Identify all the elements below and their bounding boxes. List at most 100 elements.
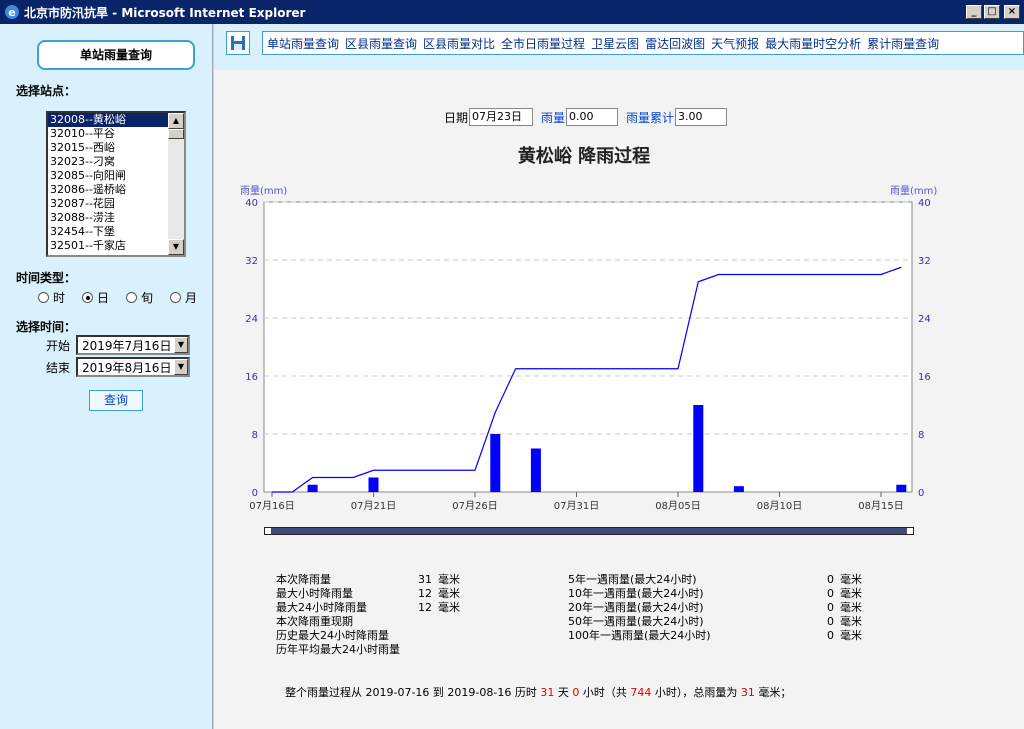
summary-prefix: 整个雨量过程从 2019-07-16 到 2019-08-16 历时	[285, 686, 541, 699]
end-label: 结束	[46, 360, 71, 375]
y-axis-label-right: 雨量(mm)	[890, 185, 937, 197]
rain-bar	[307, 484, 318, 492]
stat-label: 本次降雨重现期	[276, 615, 353, 628]
y-tick-label-right: 0	[918, 488, 924, 499]
time-type-label: 旬	[141, 291, 154, 305]
stat-unit: 毫米	[438, 587, 460, 600]
time-type-radio[interactable]: 时	[38, 289, 82, 306]
close-button[interactable]: ×	[1004, 5, 1020, 19]
save-icon[interactable]	[226, 31, 250, 55]
station-option[interactable]: 32087--花园	[48, 197, 168, 211]
stat-label: 历史最大24小时降雨量	[276, 629, 389, 642]
radio-icon[interactable]	[82, 292, 93, 303]
stat-label: 5年一遇雨量(最大24小时)	[568, 573, 697, 586]
station-listbox[interactable]: 32008--黄松峪 32010--平谷 32015--西峪 32023--刁窝 320…	[46, 111, 186, 257]
station-option[interactable]: 32008--黄松峪	[48, 113, 168, 127]
rainfall-chart: 0 08 816 1624 2432 3240 40雨量(mm) 雨量(mm)07月16日 07…	[240, 185, 937, 512]
stat-unit: 毫米	[840, 601, 862, 614]
y-tick-label-right: 24	[918, 314, 931, 325]
time-type-radio[interactable]: 月	[170, 289, 214, 306]
time-type-radios: 时日 旬 月	[38, 289, 214, 306]
station-option[interactable]: 32010--平谷	[48, 127, 168, 141]
nav-link[interactable]: 区县雨量对比	[423, 35, 495, 52]
nav-link[interactable]: 全市日雨量过程	[501, 35, 585, 52]
station-option[interactable]: 32015--西峪	[48, 141, 168, 155]
scroll-up-icon[interactable]: ▲	[168, 113, 184, 129]
radio-icon[interactable]	[170, 292, 181, 303]
chart-title: 黄松峪 降雨过程	[517, 146, 651, 167]
stat-label: 20年一遇雨量(最大24小时)	[568, 601, 704, 614]
stat-value: 31	[418, 573, 432, 586]
chevron-down-icon[interactable]: ▼	[174, 337, 188, 353]
nav-link[interactable]: 雷达回波图	[645, 35, 705, 52]
x-tick-label: 07月21日	[351, 500, 396, 512]
summary-hours-unit: 小时（共	[579, 686, 631, 699]
range-handle-start[interactable]	[265, 528, 271, 534]
cum-rain-field[interactable]: 3.00	[675, 108, 728, 126]
main-content: 单站雨量查询 区县雨量查询 区县雨量对比 全市日雨量过程 卫星云图 雷达回波图 天气预报 最大…	[214, 24, 1024, 729]
window-titlebar: e 北京市防汛抗旱 - Microsoft Internet Explorer …	[0, 0, 1024, 24]
ie-icon: e	[4, 4, 20, 20]
chart-params: 日期 07月23日 雨量 0.00 雨量累计 3.00	[444, 108, 735, 126]
stat-value: 12	[418, 587, 432, 600]
stat-label: 10年一遇雨量(最大24小时)	[568, 587, 704, 600]
time-type-radio[interactable]: 日	[82, 289, 126, 306]
station-option[interactable]: 32501--千家店	[48, 239, 168, 253]
date-range-slider[interactable]	[264, 527, 914, 535]
stat-row: 历年平均最大24小时雨量	[276, 643, 460, 657]
y-tick-label-left: 0	[252, 488, 258, 499]
chevron-down-icon[interactable]: ▼	[174, 359, 188, 375]
nav-link[interactable]: 单站雨量查询	[267, 35, 339, 52]
stat-row: 10年一遇雨量(最大24小时) 0 毫米	[568, 587, 862, 601]
x-tick-label: 08月05日	[655, 500, 700, 512]
stat-row: 本次降雨量 31 毫米	[276, 573, 460, 587]
svg-text:e: e	[8, 6, 15, 19]
range-handle-end[interactable]	[907, 528, 913, 534]
rain-bar	[733, 486, 744, 492]
station-option[interactable]: 32088--涝洼	[48, 211, 168, 225]
stat-value: 12	[418, 601, 432, 614]
stat-label: 最大小时降雨量	[276, 587, 353, 600]
stat-unit: 毫米	[840, 587, 862, 600]
start-date-select[interactable]: 2019年7月16日 ▼	[76, 335, 190, 355]
nav-link[interactable]: 区县雨量查询	[345, 35, 417, 52]
maximize-button[interactable]: □	[984, 5, 1000, 19]
time-type-radio[interactable]: 旬	[126, 289, 170, 306]
end-date-value: 2019年8月16日	[82, 360, 172, 375]
stat-row: 20年一遇雨量(最大24小时) 0 毫米	[568, 601, 862, 615]
start-label: 开始	[46, 338, 71, 353]
stat-label: 本次降雨量	[276, 573, 331, 586]
radio-icon[interactable]	[38, 292, 49, 303]
nav-link[interactable]: 最大雨量时空分析	[765, 35, 861, 52]
plot-area	[263, 201, 913, 493]
stat-row: 100年一遇雨量(最大24小时) 0 毫米	[568, 629, 862, 643]
radio-icon[interactable]	[126, 292, 137, 303]
end-date-select[interactable]: 2019年8月16日 ▼	[76, 357, 190, 377]
station-option[interactable]: 32086--遥桥峪	[48, 183, 168, 197]
minimize-button[interactable]: _	[966, 5, 982, 19]
summary-days-unit: 天	[554, 686, 573, 699]
station-scrollbar[interactable]: ▲ ▼	[168, 113, 184, 255]
nav-link[interactable]: 天气预报	[711, 35, 759, 52]
date-field[interactable]: 07月23日	[469, 108, 534, 126]
station-option[interactable]: 32023--刁窝	[48, 155, 168, 169]
stat-label: 最大24小时降雨量	[276, 601, 367, 614]
x-tick-label: 07月31日	[554, 500, 599, 512]
nav-link[interactable]: 卫星云图	[591, 35, 639, 52]
station-option[interactable]: 32085--向阳闸	[48, 169, 168, 183]
nav-link[interactable]: 累计雨量查询	[867, 35, 939, 52]
scroll-down-icon[interactable]: ▼	[168, 239, 184, 255]
stat-value	[416, 643, 432, 657]
top-navigation: 单站雨量查询 区县雨量查询 区县雨量对比 全市日雨量过程 卫星云图 雷达回波图 天气预报 最大…	[214, 24, 1024, 70]
y-tick-label-left: 8	[252, 430, 258, 441]
rain-field[interactable]: 0.00	[566, 108, 619, 126]
stat-value: 0	[827, 615, 834, 628]
x-tick-label: 08月10日	[757, 500, 802, 512]
stat-row: 最大小时降雨量 12 毫米	[276, 587, 460, 601]
time-type-label: 时间类型：	[16, 271, 77, 285]
query-button[interactable]: 查询	[89, 390, 143, 411]
end-date-row: 结束 2019年8月16日 ▼	[46, 357, 190, 377]
stat-row: 本次降雨重现期	[276, 615, 460, 629]
scroll-thumb[interactable]	[168, 129, 184, 139]
station-option[interactable]: 32454--下堡	[48, 225, 168, 239]
